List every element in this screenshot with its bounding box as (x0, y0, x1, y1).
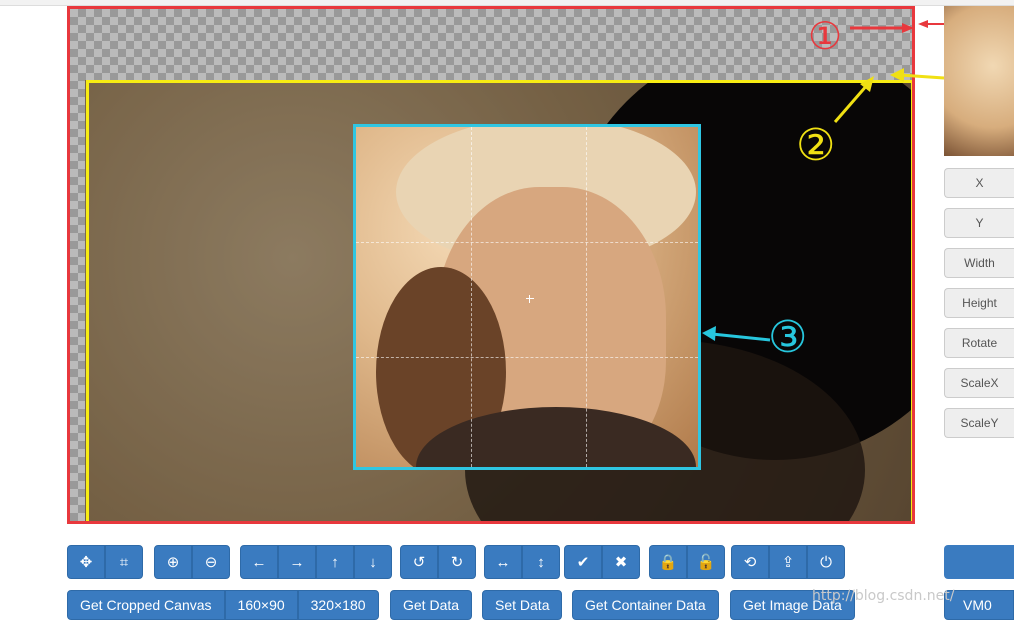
crop-confirm-icon: ✔ (576, 554, 590, 571)
watermark-text: http://blog.csdn.net/ (812, 588, 955, 604)
toolbar-group: ← → ↑ ↓ (240, 545, 392, 579)
toolbar-group: ⟲ ⇪ ⏻ (731, 545, 845, 579)
zoom-in-icon: ⊕ (166, 554, 180, 571)
set-data-group: Set Data (482, 590, 563, 620)
power-icon: ⏻ (820, 553, 832, 571)
toolbar-group: ✥ ⌗ (67, 545, 143, 579)
toolbar-group: 🔒 🔓 (649, 545, 725, 579)
data-field-scaley: ScaleY (944, 408, 1014, 438)
arrow-left-icon: ← (251, 553, 267, 571)
get-data-group: Get Data (390, 590, 473, 620)
toolbar-group: ↺ ↻ (400, 545, 476, 579)
power-button[interactable]: ⏻ (807, 545, 845, 579)
move-button[interactable]: ✥ (67, 545, 105, 579)
rotate-right-button[interactable]: ↻ (438, 545, 476, 579)
arrow-down-icon: ↓ (369, 553, 377, 571)
arrow-red (850, 20, 945, 33)
crop-button[interactable]: ⌗ (105, 545, 143, 579)
zoom-out-icon: ⊖ (204, 554, 218, 571)
unlock-icon: 🔓 (696, 554, 716, 571)
get-cropped-canvas-button[interactable]: Get Cropped Canvas (67, 590, 225, 620)
arrow-up-icon: ↑ (331, 553, 339, 571)
toolbar-group: ✔ ✖ (564, 545, 640, 579)
data-field-y: Y (944, 208, 1014, 238)
right-partial-button[interactable]: VM0 (944, 590, 1014, 620)
data-field-rotate: Rotate (944, 328, 1014, 358)
toolbar-group: ↔ ↕ (484, 545, 560, 579)
arrow-up-button[interactable]: ↑ (316, 545, 354, 579)
set-data-button[interactable]: Set Data (482, 590, 563, 620)
rotate-right-icon: ↻ (450, 554, 464, 571)
size-320x180-button[interactable]: 320×180 (297, 590, 379, 620)
upload-icon: ⇪ (781, 554, 795, 571)
clear-icon: ✖ (614, 554, 628, 571)
flip-horizontal-button[interactable]: ↔ (484, 545, 522, 579)
rotate-left-icon: ↺ (412, 554, 426, 571)
crop-icon: ⌗ (119, 553, 129, 571)
reset-icon: ⟲ (743, 554, 757, 571)
clear-button[interactable]: ✖ (602, 545, 640, 579)
crop-confirm-button[interactable]: ✔ (564, 545, 602, 579)
reset-button[interactable]: ⟲ (731, 545, 769, 579)
annotation-arrows (702, 20, 945, 342)
upload-button[interactable]: ⇪ (769, 545, 807, 579)
data-field-x: X (944, 168, 1014, 198)
get-container-data-group: Get Container Data (572, 590, 719, 620)
arrow-right-icon: → (289, 553, 305, 571)
arrow-right-button[interactable]: → (278, 545, 316, 579)
size-160x90-button[interactable]: 160×90 (224, 590, 298, 620)
right-panel-button[interactable] (944, 545, 1014, 579)
flip-vertical-icon: ↕ (537, 553, 545, 571)
flip-vertical-button[interactable]: ↕ (522, 545, 560, 579)
zoom-out-button[interactable]: ⊖ (192, 545, 230, 579)
lock-button[interactable]: 🔒 (649, 545, 687, 579)
crop-preview-image (944, 6, 1014, 156)
arrow-down-button[interactable]: ↓ (354, 545, 392, 579)
right-partial-group: VM0 (944, 590, 1014, 620)
unlock-button[interactable]: 🔓 (687, 545, 725, 579)
data-field-width: Width (944, 248, 1014, 278)
zoom-in-button[interactable]: ⊕ (154, 545, 192, 579)
rotate-left-button[interactable]: ↺ (400, 545, 438, 579)
canvas-button-group: Get Cropped Canvas 160×90 320×180 (67, 590, 379, 620)
data-field-scalex: ScaleX (944, 368, 1014, 398)
toolbar-group: ⊕ ⊖ (154, 545, 230, 579)
arrow-yellow (833, 68, 945, 123)
arrow-cyan (702, 326, 771, 342)
data-field-height: Height (944, 288, 1014, 318)
flip-horizontal-icon: ↔ (495, 553, 511, 571)
get-data-button[interactable]: Get Data (390, 590, 473, 620)
move-icon: ✥ (79, 554, 93, 571)
get-container-data-button[interactable]: Get Container Data (572, 590, 719, 620)
lock-icon: 🔒 (658, 554, 678, 571)
arrow-left-button[interactable]: ← (240, 545, 278, 579)
